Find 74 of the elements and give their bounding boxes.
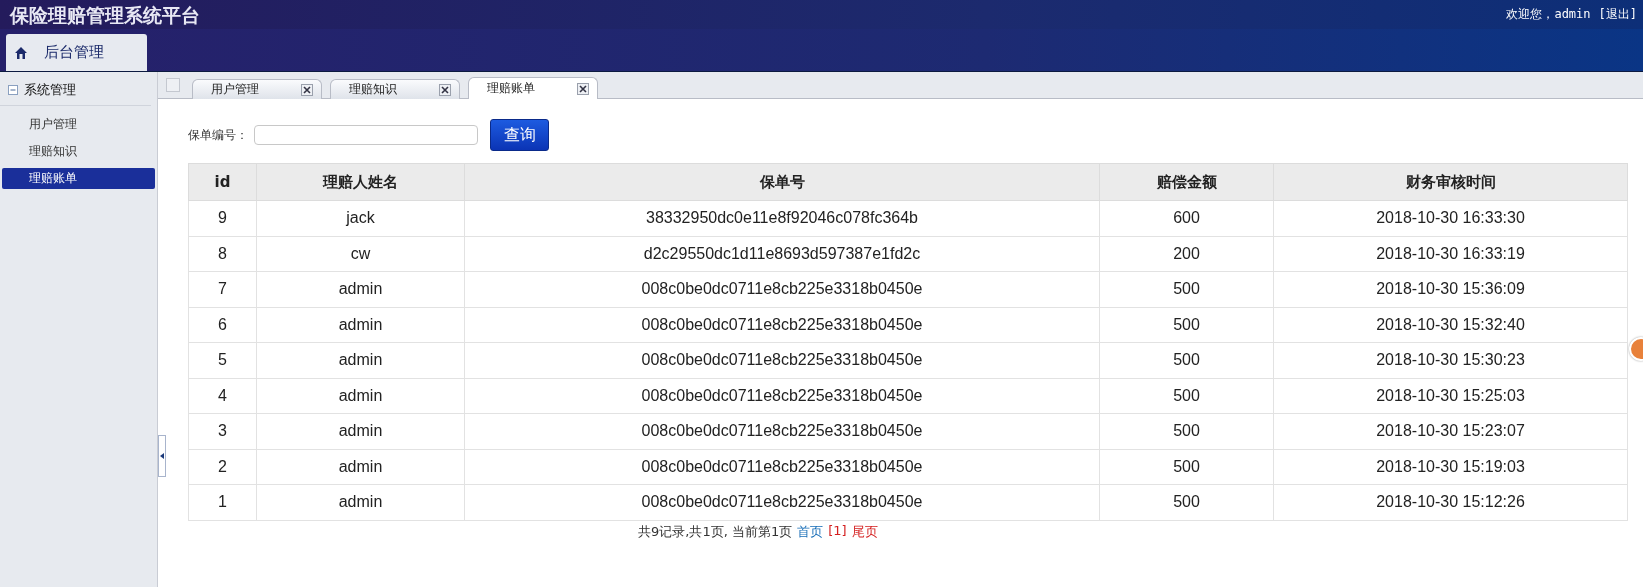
- table-cell: 6: [188, 307, 257, 343]
- table-cell: 2018-10-30 15:30:23: [1273, 342, 1628, 378]
- table-cell: 1: [188, 484, 257, 520]
- table-cell: 500: [1099, 271, 1274, 307]
- column-header: id: [188, 163, 257, 201]
- table-cell: 2018-10-30 16:33:19: [1273, 236, 1628, 272]
- table-cell: admin: [256, 271, 465, 307]
- table-cell: 008c0be0dc0711e8cb225e3318b0450e: [464, 271, 1100, 307]
- table-cell: 008c0be0dc0711e8cb225e3318b0450e: [464, 484, 1100, 520]
- table-cell: 8: [188, 236, 257, 272]
- table-cell: 600: [1099, 200, 1274, 236]
- column-header: 赔偿金额: [1099, 163, 1274, 201]
- last-page-link[interactable]: 尾页: [851, 522, 878, 541]
- table-cell: 3: [188, 413, 257, 449]
- table-cell: 2018-10-30 15:32:40: [1273, 307, 1628, 343]
- home-icon: [14, 45, 28, 60]
- column-header: 理赔人姓名: [256, 163, 465, 201]
- table-cell: 500: [1099, 378, 1274, 414]
- table-cell: d2c29550dc1d11e8693d597387e1fd2c: [464, 236, 1100, 272]
- table-cell: 500: [1099, 342, 1274, 378]
- table-cell: 008c0be0dc0711e8cb225e3318b0450e: [464, 342, 1100, 378]
- logout-link[interactable]: [退出]: [1598, 6, 1637, 23]
- table-cell: 38332950dc0e11e8f92046c078fc364b: [464, 200, 1100, 236]
- table-cell: 2018-10-30 15:12:26: [1273, 484, 1628, 520]
- page-tab[interactable]: 理赔账单: [468, 77, 598, 99]
- app-title: 保险理赔管理系统平台: [10, 2, 200, 27]
- page-tab[interactable]: 用户管理: [192, 79, 322, 99]
- table-cell: 4: [188, 378, 257, 414]
- table-cell: 2018-10-30 15:23:07: [1273, 413, 1628, 449]
- query-button[interactable]: 查询: [490, 119, 549, 151]
- table-cell: 500: [1099, 307, 1274, 343]
- search-label: 保单编号：: [188, 126, 248, 144]
- table-cell: 008c0be0dc0711e8cb225e3318b0450e: [464, 413, 1100, 449]
- table-cell: 2018-10-30 15:36:09: [1273, 271, 1628, 307]
- table-cell: 2018-10-30 15:25:03: [1273, 378, 1628, 414]
- nav-tab[interactable]: 后台管理: [6, 34, 147, 71]
- close-icon[interactable]: [439, 83, 451, 96]
- page-summary: 共9记录,共1页, 当前第1页: [638, 522, 793, 541]
- table-cell: 008c0be0dc0711e8cb225e3318b0450e: [464, 307, 1100, 343]
- table-cell: admin: [256, 378, 465, 414]
- table-cell: 9: [188, 200, 257, 236]
- current-page-link[interactable]: [1]: [828, 522, 847, 541]
- column-header: 财务审核时间: [1273, 163, 1628, 201]
- menu-group-title: 系统管理: [24, 81, 76, 99]
- page-tab[interactable]: 理赔知识: [330, 79, 460, 99]
- sidebar-item[interactable]: 理赔知识: [2, 141, 155, 162]
- welcome-text: 欢迎您，admin: [1506, 6, 1591, 23]
- table-cell: admin: [256, 484, 465, 520]
- table-cell: 008c0be0dc0711e8cb225e3318b0450e: [464, 449, 1100, 485]
- table-cell: 500: [1099, 413, 1274, 449]
- table-cell: 008c0be0dc0711e8cb225e3318b0450e: [464, 378, 1100, 414]
- collapse-icon[interactable]: [8, 85, 18, 95]
- column-header: 保单号: [464, 163, 1100, 201]
- policy-number-field[interactable]: [254, 125, 478, 145]
- close-icon[interactable]: [577, 82, 589, 95]
- table-cell: jack: [256, 200, 465, 236]
- sidebar-item[interactable]: 用户管理: [2, 114, 155, 135]
- table-cell: admin: [256, 342, 465, 378]
- table-cell: admin: [256, 449, 465, 485]
- table-cell: 500: [1099, 449, 1274, 485]
- collapse-handle[interactable]: [158, 435, 166, 477]
- table-cell: 500: [1099, 484, 1274, 520]
- first-page-link[interactable]: 首页: [797, 522, 824, 541]
- close-icon[interactable]: [301, 83, 313, 96]
- table-cell: admin: [256, 307, 465, 343]
- table-cell: 5: [188, 342, 257, 378]
- table-cell: 200: [1099, 236, 1274, 272]
- sidebar-item[interactable]: 理赔账单: [2, 168, 155, 189]
- table-cell: 7: [188, 271, 257, 307]
- table-cell: cw: [256, 236, 465, 272]
- table-cell: admin: [256, 413, 465, 449]
- table-cell: 2: [188, 449, 257, 485]
- table-cell: 2018-10-30 15:19:03: [1273, 449, 1628, 485]
- table-cell: 2018-10-30 16:33:30: [1273, 200, 1628, 236]
